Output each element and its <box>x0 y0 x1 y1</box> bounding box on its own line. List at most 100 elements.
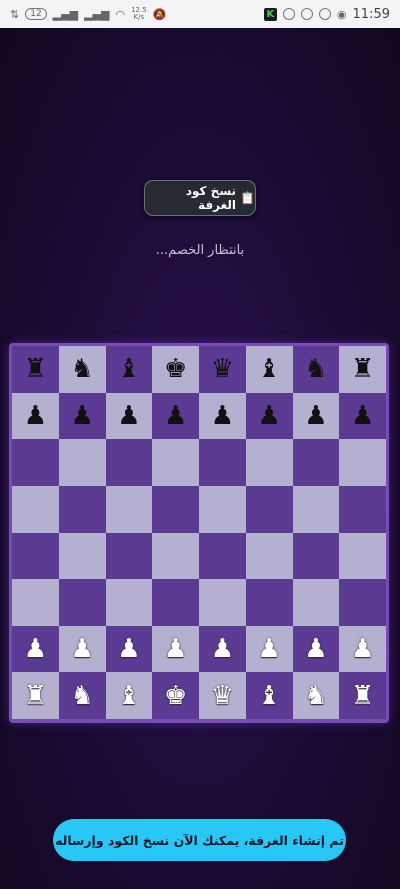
square-h8[interactable]: ♜ <box>339 346 386 393</box>
square-a2[interactable]: ♟ <box>12 625 59 673</box>
square-g2[interactable]: ♟ <box>292 625 340 673</box>
black-bishop-icon[interactable]: ♝ <box>117 356 140 382</box>
square-c1[interactable]: ♝ <box>105 672 153 719</box>
white-rook-icon[interactable]: ♜ <box>351 683 374 709</box>
black-pawn-icon[interactable]: ♟ <box>304 403 327 429</box>
square-a7[interactable]: ♟ <box>12 392 59 440</box>
black-queen-icon[interactable]: ♛ <box>211 356 234 382</box>
white-bishop-icon[interactable]: ♝ <box>117 683 140 709</box>
square-c5[interactable] <box>105 485 153 533</box>
square-e1[interactable]: ♛ <box>199 672 246 719</box>
square-d5[interactable] <box>152 485 199 533</box>
white-pawn-icon[interactable]: ♟ <box>351 636 374 662</box>
square-d6[interactable] <box>152 439 199 486</box>
black-king-icon[interactable]: ♚ <box>164 356 187 382</box>
square-e7[interactable]: ♟ <box>199 392 246 440</box>
white-pawn-icon[interactable]: ♟ <box>117 636 140 662</box>
square-b1[interactable]: ♞ <box>58 672 106 719</box>
square-b4[interactable] <box>58 532 106 580</box>
square-a6[interactable] <box>12 439 59 486</box>
square-b3[interactable] <box>58 579 106 626</box>
black-pawn-icon[interactable]: ♟ <box>70 403 93 429</box>
black-rook-icon[interactable]: ♜ <box>24 356 47 382</box>
square-b8[interactable]: ♞ <box>58 346 106 393</box>
white-queen-icon[interactable]: ♛ <box>211 683 234 709</box>
black-pawn-icon[interactable]: ♟ <box>211 403 234 429</box>
copy-room-code-button[interactable]: 📋 نسخ كود الغرفة <box>144 180 256 216</box>
square-g3[interactable] <box>292 579 340 626</box>
black-knight-icon[interactable]: ♞ <box>70 356 93 382</box>
square-a1[interactable]: ♜ <box>12 672 59 719</box>
black-rook-icon[interactable]: ♜ <box>351 356 374 382</box>
square-h3[interactable] <box>339 579 386 626</box>
white-knight-icon[interactable]: ♞ <box>304 683 327 709</box>
black-knight-icon[interactable]: ♞ <box>304 356 327 382</box>
square-e6[interactable] <box>199 439 246 486</box>
square-d8[interactable]: ♚ <box>152 346 199 393</box>
square-b5[interactable] <box>58 485 106 533</box>
square-c3[interactable] <box>105 579 153 626</box>
black-pawn-icon[interactable]: ♟ <box>257 403 280 429</box>
square-e2[interactable]: ♟ <box>199 625 246 673</box>
black-pawn-icon[interactable]: ♟ <box>164 403 187 429</box>
white-rook-icon[interactable]: ♜ <box>24 683 47 709</box>
black-pawn-icon[interactable]: ♟ <box>117 403 140 429</box>
white-pawn-icon[interactable]: ♟ <box>70 636 93 662</box>
square-g6[interactable] <box>292 439 340 486</box>
square-e5[interactable] <box>199 485 246 533</box>
black-bishop-icon[interactable]: ♝ <box>257 356 280 382</box>
square-f8[interactable]: ♝ <box>245 346 293 393</box>
square-h1[interactable]: ♜ <box>339 672 386 719</box>
white-pawn-icon[interactable]: ♟ <box>211 636 234 662</box>
square-h4[interactable] <box>339 532 386 580</box>
square-g1[interactable]: ♞ <box>292 672 340 719</box>
square-h2[interactable]: ♟ <box>339 625 386 673</box>
white-bishop-icon[interactable]: ♝ <box>257 683 280 709</box>
square-e8[interactable]: ♛ <box>199 346 246 393</box>
square-f5[interactable] <box>245 485 293 533</box>
square-d1[interactable]: ♚ <box>152 672 199 719</box>
square-f2[interactable]: ♟ <box>245 625 293 673</box>
square-h7[interactable]: ♟ <box>339 392 386 440</box>
square-e4[interactable] <box>199 532 246 580</box>
square-b7[interactable]: ♟ <box>58 392 106 440</box>
square-c8[interactable]: ♝ <box>105 346 153 393</box>
square-a8[interactable]: ♜ <box>12 346 59 393</box>
square-b6[interactable] <box>58 439 106 486</box>
square-h6[interactable] <box>339 439 386 486</box>
square-c6[interactable] <box>105 439 153 486</box>
square-f4[interactable] <box>245 532 293 580</box>
square-f7[interactable]: ♟ <box>245 392 293 440</box>
square-d4[interactable] <box>152 532 199 580</box>
white-pawn-icon[interactable]: ♟ <box>257 636 280 662</box>
square-c7[interactable]: ♟ <box>105 392 153 440</box>
white-pawn-icon[interactable]: ♟ <box>24 636 47 662</box>
white-knight-icon[interactable]: ♞ <box>70 683 93 709</box>
square-e3[interactable] <box>199 579 246 626</box>
square-g8[interactable]: ♞ <box>292 346 340 393</box>
square-g5[interactable] <box>292 485 340 533</box>
square-a4[interactable] <box>12 532 59 580</box>
square-d3[interactable] <box>152 579 199 626</box>
square-a5[interactable] <box>12 485 59 533</box>
square-f3[interactable] <box>245 579 293 626</box>
square-h5[interactable] <box>339 485 386 533</box>
black-pawn-icon[interactable]: ♟ <box>24 403 47 429</box>
square-f6[interactable] <box>245 439 293 486</box>
chess-board[interactable]: ♜ ♞ ♝ ♚ ♛ ♝ ♞ ♜ ♟ ♟ ♟ ♟ ♟ ♟ ♟ ♟ ♟ ♟ ♟ ♟ ♟ ♟ ♟ ♟ ♜ ♞ ♝ ♚ ♛ ♝ ♞ ♜ <box>12 346 386 719</box>
white-king-icon[interactable]: ♚ <box>164 683 187 709</box>
square-c4[interactable] <box>105 532 153 580</box>
square-f1[interactable]: ♝ <box>245 672 293 719</box>
square-c2[interactable]: ♟ <box>105 625 153 673</box>
sync-icon: ⇅ <box>10 7 20 21</box>
square-b2[interactable]: ♟ <box>58 625 106 673</box>
black-pawn-icon[interactable]: ♟ <box>351 403 374 429</box>
square-g4[interactable] <box>292 532 340 580</box>
square-d7[interactable]: ♟ <box>152 392 199 440</box>
white-pawn-icon[interactable]: ♟ <box>304 636 327 662</box>
white-pawn-icon[interactable]: ♟ <box>164 636 187 662</box>
square-d2[interactable]: ♟ <box>152 625 199 673</box>
square-g7[interactable]: ♟ <box>292 392 340 440</box>
clipboard-icon: 📋 <box>240 191 255 205</box>
square-a3[interactable] <box>12 579 59 626</box>
